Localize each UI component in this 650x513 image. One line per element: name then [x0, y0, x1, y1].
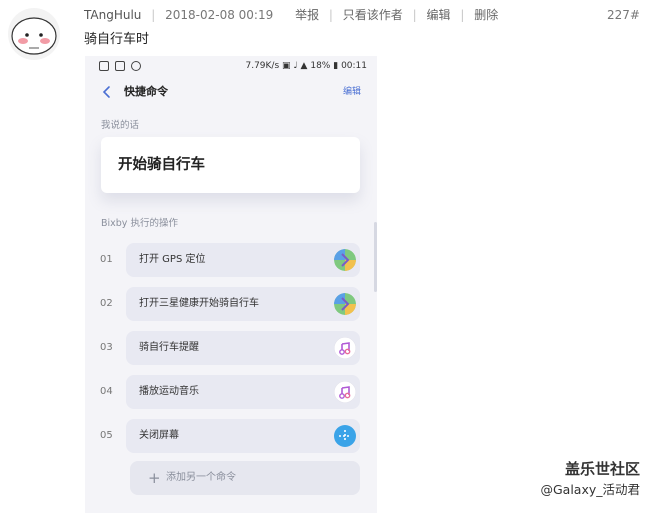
action-label: 打开 GPS 定位 [139, 254, 206, 265]
back-arrow-icon[interactable] [99, 84, 115, 100]
action-number: 01 [100, 254, 113, 265]
voice-phrase: 开始骑自行车 [118, 157, 205, 173]
post-text: 骑自行车时 [84, 32, 150, 47]
avatar[interactable] [8, 8, 60, 60]
action-label: 播放运动音乐 [139, 386, 199, 397]
battery-level: 18% [310, 61, 331, 71]
image-icon [114, 60, 125, 71]
author-only-link[interactable]: 只看该作者 [343, 6, 403, 24]
add-command-button[interactable]: + 添加另一个命令 [130, 461, 360, 495]
nfc-icon: ▣ [282, 61, 291, 71]
assistant-icon [334, 425, 356, 447]
action-number: 02 [100, 298, 113, 309]
username[interactable]: TAngHulu [84, 6, 141, 24]
edit-button[interactable]: 编辑 [343, 84, 361, 100]
music-icon [334, 337, 356, 359]
delete-link[interactable]: 删除 [474, 6, 498, 24]
action-pill[interactable]: 打开 GPS 定位 [126, 243, 360, 277]
action-number: 04 [100, 386, 113, 397]
clock: 00:11 [341, 61, 367, 71]
action-row-4[interactable]: 04 播放运动音乐 [85, 375, 377, 409]
post-meta: TAngHulu | 2018-02-08 00:19 举报 | 只看该作者 |… [84, 6, 640, 24]
post-date: 2018-02-08 00:19 [165, 8, 274, 22]
avatar-face-icon [11, 17, 57, 55]
network-speed: 7.79K/s [245, 61, 280, 71]
action-label: 关闭屏幕 [139, 430, 179, 441]
signal-icon: ▲ [300, 61, 308, 71]
floor-number: 227# [607, 8, 640, 22]
action-row-3[interactable]: 03 骑自行车提醒 [85, 331, 377, 365]
maps-icon [334, 249, 356, 271]
watermark-community: 盖乐世社区 [564, 460, 640, 478]
plus-icon: + [148, 469, 161, 487]
action-number: 05 [100, 430, 113, 441]
maps-icon [334, 293, 356, 315]
scrollbar[interactable] [374, 222, 377, 292]
report-link[interactable]: 举报 [295, 6, 319, 24]
battery-icon: ▮ [333, 61, 339, 71]
edit-link[interactable]: 编辑 [427, 6, 451, 24]
phone-screenshot: 7.79K/s ▣ ♩ ▲ 18% ▮ 00:11 快捷命令 编辑 我说的话 开… [85, 56, 377, 513]
watermark-account: @Galaxy_活动君 [540, 482, 640, 497]
page-title: 快捷命令 [124, 85, 168, 98]
action-pill[interactable]: 播放运动音乐 [126, 375, 360, 409]
actions-section-label: Bixby 执行的操作 [101, 218, 178, 229]
action-row-2[interactable]: 02 打开三星健康开始骑自行车 [85, 287, 377, 321]
vpn-icon [130, 60, 141, 71]
action-row-5[interactable]: 05 关闭屏幕 [85, 419, 377, 453]
mute-icon: ♩ [293, 61, 298, 71]
status-bar: 7.79K/s ▣ ♩ ▲ 18% ▮ 00:11 [85, 56, 377, 76]
action-pill[interactable]: 关闭屏幕 [126, 419, 360, 453]
phrase-section-label: 我说的话 [101, 120, 140, 131]
music-icon [334, 381, 356, 403]
add-command-label: 添加另一个命令 [166, 472, 236, 483]
action-pill[interactable]: 打开三星健康开始骑自行车 [126, 287, 360, 321]
action-pill[interactable]: 骑自行车提醒 [126, 331, 360, 365]
action-number: 03 [100, 342, 113, 353]
notification-icon [99, 60, 109, 71]
action-label: 骑自行车提醒 [139, 342, 199, 353]
action-row-1[interactable]: 01 打开 GPS 定位 [85, 243, 377, 277]
voice-phrase-card[interactable]: 开始骑自行车 [101, 137, 360, 193]
action-label: 打开三星健康开始骑自行车 [139, 298, 259, 309]
